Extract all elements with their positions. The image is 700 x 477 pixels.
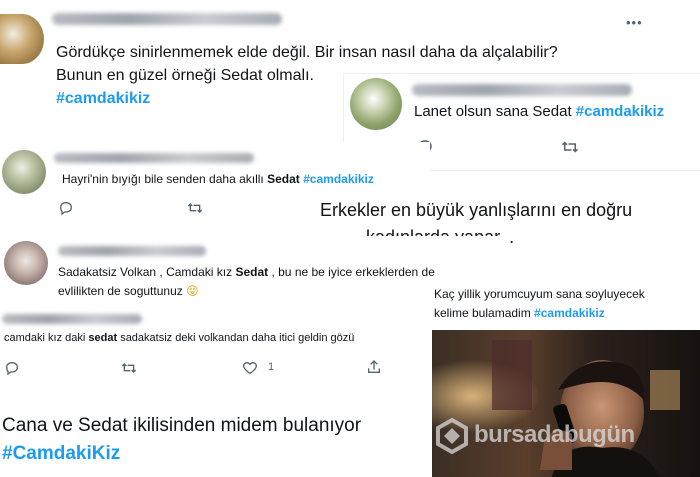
bold-name: Sedat [235,265,269,279]
tweet-text-content: Lanet olsun sana Sedat [414,103,572,120]
avatar[interactable] [4,241,48,285]
tweet-text-line-2: kelime bulamadim #camdakikiz [434,306,605,320]
username-blurred [54,153,254,163]
watermark-logo-icon [436,418,468,454]
tweet-text-line-2: Bunun en güzel örneği Sedat olmalı. [56,67,314,84]
tweet-text-line-1: Erkekler en büyük yanlışlarını en doğru [320,200,633,220]
tweet-text-line-2: evlilikten de soguttunuz 😝 [58,284,199,298]
tweet-text-line-1: Sadakatsiz Volkan , Camdaki kız Sedat , … [58,265,435,279]
man-on-phone-image [432,330,700,477]
retweet-icon[interactable] [120,360,138,376]
retweet-icon[interactable] [186,200,204,216]
username-blurred [2,314,142,324]
tweet-text-content: Sadakatsiz Volkan , Camdaki kız [58,265,233,279]
like-count: 1 [268,361,275,373]
tweet-text-content: evlilikten de soguttunuz [58,284,183,298]
more-options-icon[interactable]: ••• [626,15,643,30]
hashtag-link[interactable]: #camdakikiz [576,103,664,120]
tweet-text: Cana ve Sedat ikilisinden midem bulanıyo… [2,415,362,436]
bold-name: Sedat [267,172,300,186]
username-blurred [52,13,282,25]
hashtag-link[interactable]: #camdakikiz [56,90,150,108]
avatar[interactable] [2,150,46,194]
avatar[interactable] [350,78,402,130]
like-icon[interactable] [242,360,258,376]
tweet-card-8: Cana ve Sedat ikilisinden midem bulanıyo… [0,382,432,477]
hashtag-link[interactable]: #camdakikiz [303,172,374,186]
tweet-text: camdaki kız daki sedat sadakatsiz deki v… [4,332,354,344]
hashtag-link[interactable]: #camdakikiz [534,306,605,320]
tweet-card-7: camdaki kız daki sedat sadakatsiz deki v… [0,306,432,382]
laughing-face-emoji: 😝 [186,284,199,298]
hashtag-link[interactable]: #CamdakiKiz [2,443,120,465]
username-blurred [412,84,632,96]
share-icon[interactable] [366,359,382,375]
reply-icon[interactable] [4,360,20,376]
tweet-text-content: , bu ne be iyice erkeklerden de [271,265,435,279]
tweet-text-line-1: Gördükçe sinirlenmemek elde değil. Bir i… [56,44,558,61]
bold-name: sedat [88,332,118,344]
tweet-text-line-1: Kaç yillik yorumcuyum sana soyluyecek [434,287,645,301]
username-blurred [58,246,206,256]
reply-icon[interactable] [58,200,74,216]
tweet-card-6: Kaç yillik yorumcuyum sana soyluyecek ke… [426,282,700,330]
avatar[interactable] [0,14,44,64]
retweet-icon[interactable] [560,138,580,156]
tweet-text-content: kelime bulamadim [434,306,531,320]
tweet-text-content: sadakatsiz deki volkandan daha itici gel… [120,332,355,344]
tweet-text: Hayri'nin bıyığı bile senden daha akıllı… [62,172,374,186]
tweet-text-content: Hayri'nin bıyığı bile senden daha akıllı [62,172,264,186]
tweet-text: Lanet olsun sana Sedat #camdakikiz [414,103,664,120]
tweet-text-content: camdaki kız daki [4,332,86,344]
watermark-text: bursadabugün [474,421,635,448]
tv-still-photo [432,330,700,477]
